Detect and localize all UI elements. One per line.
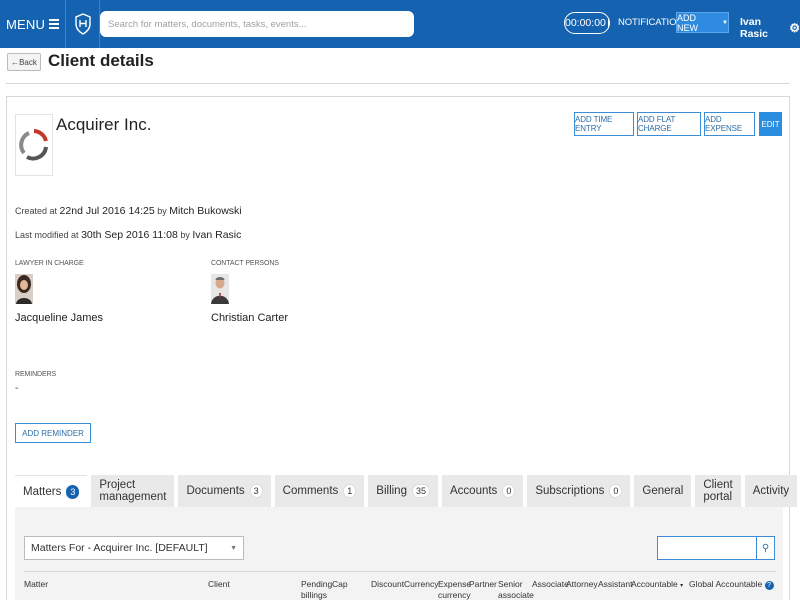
tab-documents[interactable]: Documents 3	[178, 475, 271, 507]
column-header-cap[interactable]: Cap	[332, 579, 348, 590]
tab-activity[interactable]: Activity	[744, 475, 798, 507]
lawyer-avatar	[15, 274, 33, 304]
tab-label: Billing	[376, 485, 407, 497]
reminders-value: -	[15, 383, 19, 394]
tab-client-portal[interactable]: Client portal	[695, 475, 741, 507]
divider	[6, 83, 790, 84]
global-accountable-label: Global Accountable	[689, 579, 763, 589]
client-logo-mark-icon	[19, 129, 48, 161]
column-header-senior-associate[interactable]: Senior associate	[498, 579, 534, 600]
column-header-client[interactable]: Client	[208, 579, 230, 590]
tab-label: Comments	[282, 485, 339, 497]
caret-down-icon: ▾	[680, 583, 684, 589]
search-icon[interactable]: ⚲	[757, 536, 775, 560]
client-logo	[15, 114, 53, 176]
timer-value: 00:00:00	[565, 17, 606, 29]
gear-icon[interactable]: ⚙	[789, 21, 800, 35]
tab-matters[interactable]: Matters 3	[15, 475, 88, 507]
column-header-matter[interactable]: Matter	[24, 579, 48, 590]
column-header-pending-billings[interactable]: Pending billings	[301, 579, 332, 600]
tab-billing[interactable]: Billing 35	[368, 475, 438, 507]
column-header-assistant[interactable]: Assistant	[598, 579, 633, 590]
tab-label: General	[642, 485, 684, 497]
modified-date: 30th Sep 2016 11:08	[81, 229, 178, 241]
tab-count-badge: 0	[502, 484, 516, 498]
tab-label: Accounts	[450, 485, 498, 497]
lawyer-in-charge-label: LAWYER IN CHARGE	[15, 260, 84, 267]
time-tracker-button[interactable]: 00:00:00	[564, 12, 615, 34]
add-new-button[interactable]: ADD NEW ▼	[676, 12, 729, 33]
back-button[interactable]: ←Back	[7, 53, 41, 71]
caret-down-icon: ▼	[722, 19, 728, 26]
tab-label: Project management	[99, 479, 167, 503]
column-header-accountable[interactable]: Accountable ▾	[631, 579, 683, 592]
add-time-entry-button[interactable]: ADD TIME ENTRY	[574, 112, 634, 136]
reminders-label: REMINDERS	[15, 371, 57, 378]
hamburger-icon	[49, 17, 60, 31]
client-details-card: Acquirer Inc. ADD TIME ENTRY ADD FLAT CH…	[6, 96, 798, 600]
column-header-global-accountable[interactable]: Global Accountable ?	[689, 579, 774, 590]
tab-comments[interactable]: Comments 1	[274, 475, 365, 507]
contact-persons-label: CONTACT PERSONS	[211, 260, 279, 267]
tab-label: Activity	[752, 485, 790, 497]
modified-prefix: Last modified at	[15, 230, 79, 240]
add-flat-charge-button[interactable]: ADD FLAT CHARGE	[637, 112, 701, 136]
menu-button[interactable]: MENU	[0, 0, 66, 48]
tab-general[interactable]: General	[634, 475, 692, 507]
help-icon[interactable]: ?	[764, 581, 774, 590]
modified-info: Last modified at 30th Sep 2016 11:08 by …	[15, 229, 241, 241]
tab-label: Documents	[186, 485, 245, 497]
modified-by-user[interactable]: Ivan Rasic	[192, 229, 241, 241]
matters-filter-value: Matters For - Acquirer Inc. [DEFAULT]	[31, 542, 208, 554]
modified-by-word: by	[180, 230, 190, 240]
add-reminder-button[interactable]: ADD REMINDER	[15, 423, 91, 443]
table-header-divider	[24, 571, 776, 572]
created-prefix: Created at	[15, 206, 58, 216]
tab-count-badge: 0	[609, 484, 623, 498]
column-header-currency[interactable]: Currency	[404, 579, 438, 590]
lawyer-name[interactable]: Jacqueline James	[15, 312, 103, 324]
column-header-associate[interactable]: Associate	[532, 579, 569, 590]
caret-down-icon: ▼	[230, 544, 237, 552]
add-new-label: ADD NEW	[677, 12, 698, 33]
clock-icon	[607, 17, 615, 29]
tab-count-badge: 35	[411, 484, 430, 498]
created-by-word: by	[157, 206, 167, 216]
contact-name[interactable]: Christian Carter	[211, 312, 288, 324]
tab-label: Matters	[23, 485, 62, 498]
matters-filter-select[interactable]: Matters For - Acquirer Inc. [DEFAULT] ▼	[24, 536, 244, 560]
accountable-label: Accountable	[631, 579, 678, 589]
client-name: Acquirer Inc.	[56, 115, 152, 134]
contact-avatar	[211, 274, 229, 304]
column-header-partner[interactable]: Partner	[469, 579, 497, 590]
tab-subscriptions[interactable]: Subscriptions 0	[527, 475, 631, 507]
created-date: 22nd Jul 2016 14:25	[59, 205, 155, 217]
client-tabs: Matters 3 Project management Documents 3 Comm…	[15, 475, 798, 507]
tab-project-management[interactable]: Project management	[91, 475, 175, 507]
matters-search-input[interactable]	[657, 536, 757, 560]
tab-accounts[interactable]: Accounts 0	[442, 475, 524, 507]
edit-button[interactable]: EDIT	[759, 112, 782, 136]
matters-tab-panel: Matters For - Acquirer Inc. [DEFAULT] ▼ …	[15, 507, 783, 600]
tab-label: Client portal	[703, 479, 733, 503]
tab-count-badge: 1	[343, 484, 357, 498]
menu-label: MENU	[5, 16, 46, 32]
user-name: Ivan Rasic	[740, 16, 769, 40]
tab-count-badge: 3	[249, 484, 263, 498]
tab-count-badge: 3	[66, 484, 80, 499]
created-info: Created at 22nd Jul 2016 14:25 by Mitch …	[15, 205, 242, 217]
column-header-discount[interactable]: Discount	[371, 579, 404, 590]
app-logo-icon[interactable]	[66, 0, 100, 48]
tab-label: Subscriptions	[535, 485, 605, 497]
column-header-expense-currency[interactable]: Expense currency	[438, 579, 472, 600]
created-by-user[interactable]: Mitch Bukowski	[169, 205, 241, 217]
user-menu[interactable]: Ivan Rasic ⚙	[740, 16, 800, 40]
column-header-attorney[interactable]: Attorney	[566, 579, 598, 590]
global-search-input[interactable]	[100, 11, 414, 37]
page-title: Client details	[48, 51, 154, 70]
add-expense-button[interactable]: ADD EXPENSE	[704, 112, 755, 136]
